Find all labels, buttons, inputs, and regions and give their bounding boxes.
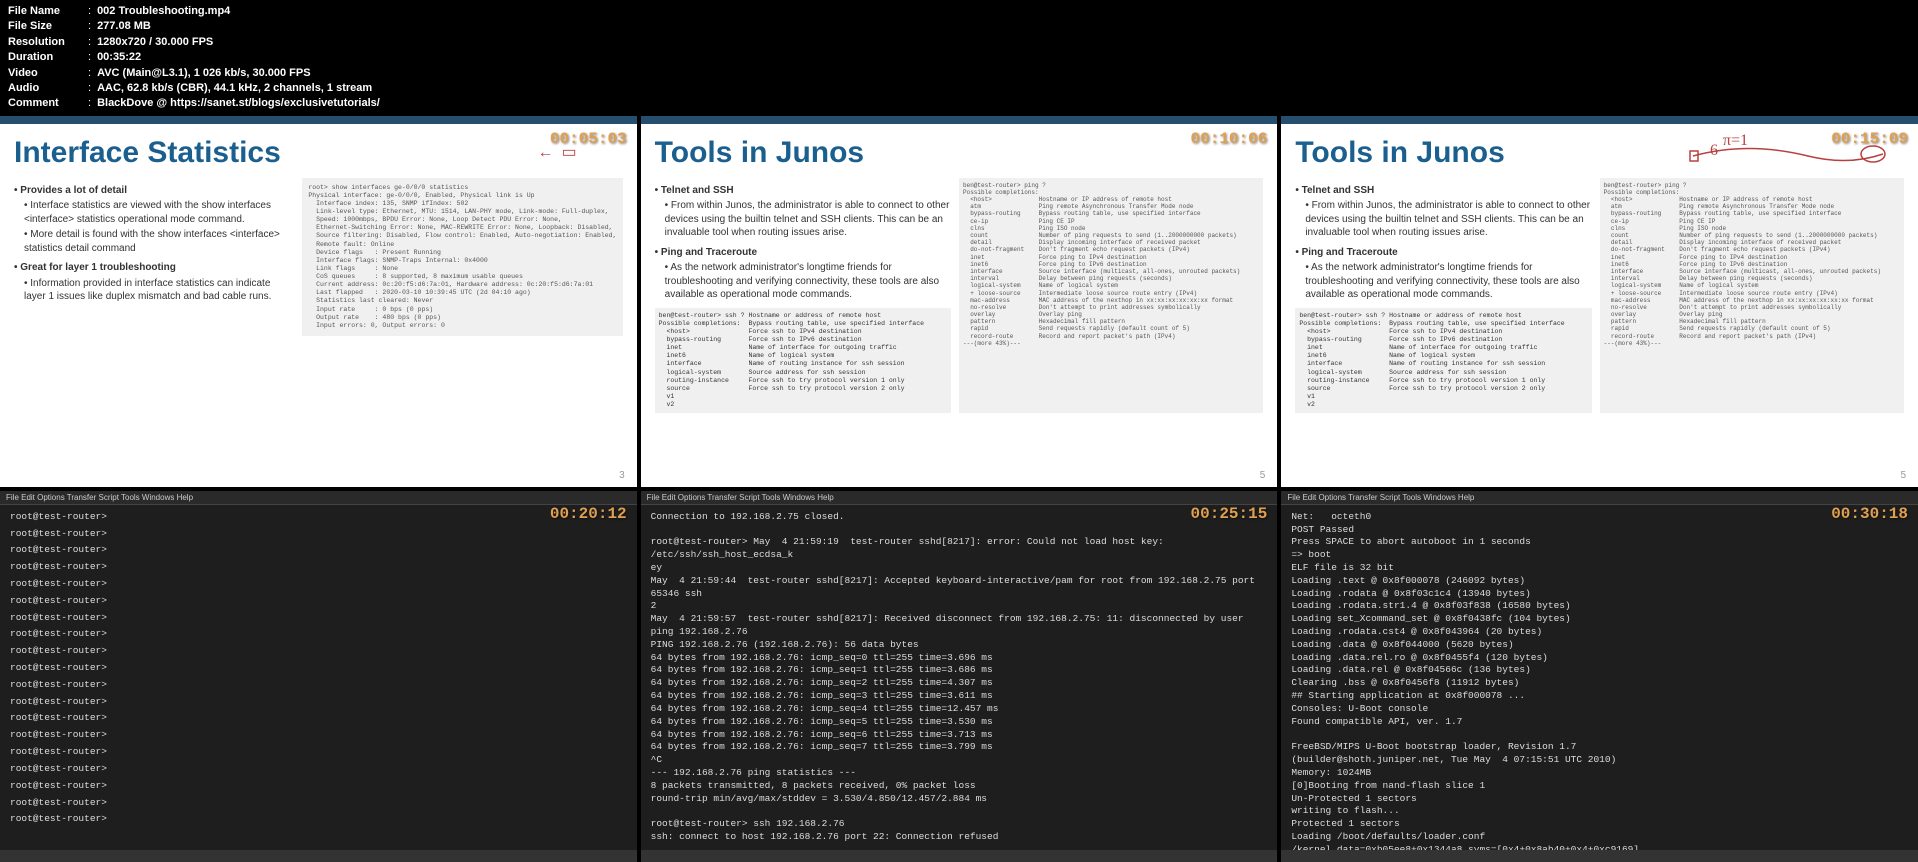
heading-layer1: • Great for layer 1 troubleshooting [14, 261, 294, 275]
slide-title-3: Tools in Junos [1295, 136, 1904, 170]
bullet-telnet: • From within Junos, the administrator i… [665, 199, 951, 240]
video-value: AVC (Main@L3.1), 1 026 kb/s, 30.000 FPS [97, 66, 311, 81]
terminal-prompt-line: root@test-router> [10, 712, 627, 725]
slide-code-1: root> show interfaces ge-0/0/0 statistic… [302, 178, 622, 336]
thumbnail-4[interactable]: 00:20:12 File Edit Options Transfer Scri… [0, 491, 637, 862]
bullet-1: • Interface statistics are viewed with t… [24, 199, 294, 226]
bullet-2: • More detail is found with the show int… [24, 228, 294, 255]
bullet-3: • Information provided in interface stat… [24, 277, 294, 304]
ssh-completions-desc: Hostname or address of remote host Bypas… [748, 312, 924, 410]
terminal-body-4[interactable]: root@test-router> root@test-router> root@t… [0, 505, 637, 858]
resolution-label: Resolution [8, 35, 88, 50]
terminal-statusbar-4 [0, 850, 637, 862]
file-size-value: 277.08 MB [97, 19, 151, 34]
terminal-body-6[interactable]: Net: octeth0 POST Passed Press SPACE to … [1281, 505, 1918, 858]
file-name-label: File Name [8, 4, 88, 19]
terminal-toolbar-6[interactable]: File Edit Options Transfer Script Tools … [1281, 491, 1918, 505]
ssh-completions-keys: ben@test-router> ssh ? Possible completi… [659, 312, 745, 410]
ping-completions: ben@test-router> ping ? Possible complet… [959, 178, 1263, 414]
terminal-prompt-line: root@test-router> [10, 544, 627, 557]
audio-value: AAC, 62.8 kb/s (CBR), 44.1 kHz, 2 channe… [97, 81, 372, 96]
terminal-prompt-line: root@test-router> [10, 612, 627, 625]
terminal-toolbar-4[interactable]: File Edit Options Transfer Script Tools … [0, 491, 637, 505]
heading-detail: • Provides a lot of detail [14, 184, 294, 198]
terminal-statusbar-6 [1281, 850, 1918, 862]
timestamp-5: 00:25:15 [1191, 505, 1268, 523]
timestamp-3: 00:15:09 [1831, 130, 1908, 148]
file-size-label: File Size [8, 19, 88, 34]
terminal-prompt-line: root@test-router> [10, 763, 627, 776]
terminal-prompt-line: root@test-router> [10, 628, 627, 641]
ssh-completions-desc-3: Hostname or address of remote host Bypas… [1389, 312, 1565, 410]
bullet-ping-3: • As the network administrator's longtim… [1305, 261, 1591, 302]
terminal-prompt-line: root@test-router> [10, 595, 627, 608]
thumbnail-grid: 00:05:03 Interface Statistics ← ▭ • Prov… [0, 116, 1918, 862]
heading-telnet: • Telnet and SSH [655, 184, 951, 198]
heading-telnet-3: • Telnet and SSH [1295, 184, 1591, 198]
thumbnail-5[interactable]: 00:25:15 File Edit Options Transfer Scri… [641, 491, 1278, 862]
timestamp-1: 00:05:03 [550, 130, 627, 148]
file-name-value: 002 Troubleshooting.mp4 [97, 4, 230, 19]
terminal-prompt-line: root@test-router> [10, 578, 627, 591]
terminal-prompt-line: root@test-router> [10, 679, 627, 692]
comment-label: Comment [8, 96, 88, 111]
terminal-prompt-line: root@test-router> [10, 780, 627, 793]
comment-value: BlackDove @ https://sanet.st/blogs/exclu… [97, 96, 380, 111]
terminal-statusbar-5 [641, 850, 1278, 862]
slide-num-3: 5 [1900, 470, 1906, 481]
slide-title-2: Tools in Junos [655, 136, 1264, 170]
duration-value: 00:35:22 [97, 50, 141, 65]
timestamp-2: 00:10:06 [1191, 130, 1268, 148]
heading-ping: • Ping and Traceroute [655, 246, 951, 260]
audio-label: Audio [8, 81, 88, 96]
terminal-toolbar-5[interactable]: File Edit Options Transfer Script Tools … [641, 491, 1278, 505]
bullet-ping: • As the network administrator's longtim… [665, 261, 951, 302]
terminal-prompt-line: root@test-router> [10, 645, 627, 658]
video-label: Video [8, 66, 88, 81]
terminal-prompt-line: root@test-router> [10, 746, 627, 759]
thumbnail-3[interactable]: 00:15:09 Tools in Junos π=1 6 • Telnet a… [1281, 116, 1918, 487]
terminal-prompt-line: root@test-router> [10, 729, 627, 742]
duration-label: Duration [8, 50, 88, 65]
terminal-prompt-line: root@test-router> [10, 511, 627, 524]
thumbnail-6[interactable]: 00:30:18 File Edit Options Transfer Scri… [1281, 491, 1918, 862]
terminal-prompt-line: root@test-router> [10, 696, 627, 709]
terminal-prompt-line: root@test-router> [10, 561, 627, 574]
heading-ping-3: • Ping and Traceroute [1295, 246, 1591, 260]
slide-num-1: 3 [619, 470, 625, 481]
bullet-telnet-3: • From within Junos, the administrator i… [1305, 199, 1591, 240]
file-info-header: File Name:002 Troubleshooting.mp4 File S… [0, 0, 1918, 116]
timestamp-6: 00:30:18 [1831, 505, 1908, 523]
timestamp-4: 00:20:12 [550, 505, 627, 523]
terminal-prompt-line: root@test-router> [10, 797, 627, 810]
slide-title-1: Interface Statistics [14, 136, 623, 170]
thumbnail-1[interactable]: 00:05:03 Interface Statistics ← ▭ • Prov… [0, 116, 637, 487]
terminal-body-5[interactable]: Connection to 192.168.2.75 closed. root@… [641, 505, 1278, 858]
ssh-completions-keys-3: ben@test-router> ssh ? Possible completi… [1299, 312, 1385, 410]
terminal-prompt-line: root@test-router> [10, 528, 627, 541]
terminal-prompt-line: root@test-router> [10, 662, 627, 675]
ping-completions-3: ben@test-router> ping ? Possible complet… [1600, 178, 1904, 414]
resolution-value: 1280x720 / 30.000 FPS [97, 35, 213, 50]
thumbnail-2[interactable]: 00:10:06 Tools in Junos • Telnet and SSH… [641, 116, 1278, 487]
slide-num-2: 5 [1260, 470, 1266, 481]
terminal-prompt-line: root@test-router> [10, 813, 627, 826]
